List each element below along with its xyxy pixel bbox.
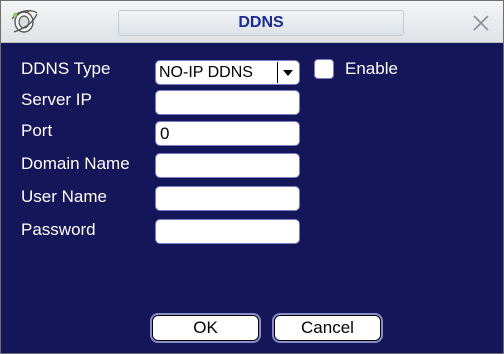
- ddns-type-label: DDNS Type: [21, 59, 111, 78]
- domain-name-field[interactable]: [155, 153, 300, 178]
- ddns-dialog: DDNS DDNS Type NO-IP DDNS Enable Server …: [0, 0, 504, 354]
- user-name-label: User Name: [21, 187, 107, 206]
- password-label: Password: [21, 220, 96, 239]
- enable-checkbox[interactable]: [314, 59, 334, 79]
- user-name-field[interactable]: [155, 186, 300, 211]
- window-title: DDNS: [238, 14, 284, 31]
- server-ip-label: Server IP: [21, 90, 92, 109]
- chevron-down-icon[interactable]: [277, 62, 298, 83]
- ok-button[interactable]: OK: [152, 315, 259, 341]
- title-pill: DDNS: [118, 10, 404, 36]
- ddns-type-select[interactable]: NO-IP DDNS: [155, 60, 300, 85]
- title-bar: DDNS: [1, 1, 503, 43]
- close-icon[interactable]: [466, 8, 496, 38]
- port-field[interactable]: 0: [155, 121, 300, 146]
- cancel-button[interactable]: Cancel: [274, 315, 381, 341]
- password-field[interactable]: [155, 219, 300, 244]
- server-ip-field[interactable]: [155, 90, 300, 115]
- ddns-type-value: NO-IP DDNS: [159, 64, 253, 81]
- port-label: Port: [21, 121, 53, 140]
- domain-name-label: Domain Name: [21, 154, 130, 173]
- enable-label: Enable: [345, 59, 398, 78]
- ie-like-logo-icon: [11, 10, 38, 33]
